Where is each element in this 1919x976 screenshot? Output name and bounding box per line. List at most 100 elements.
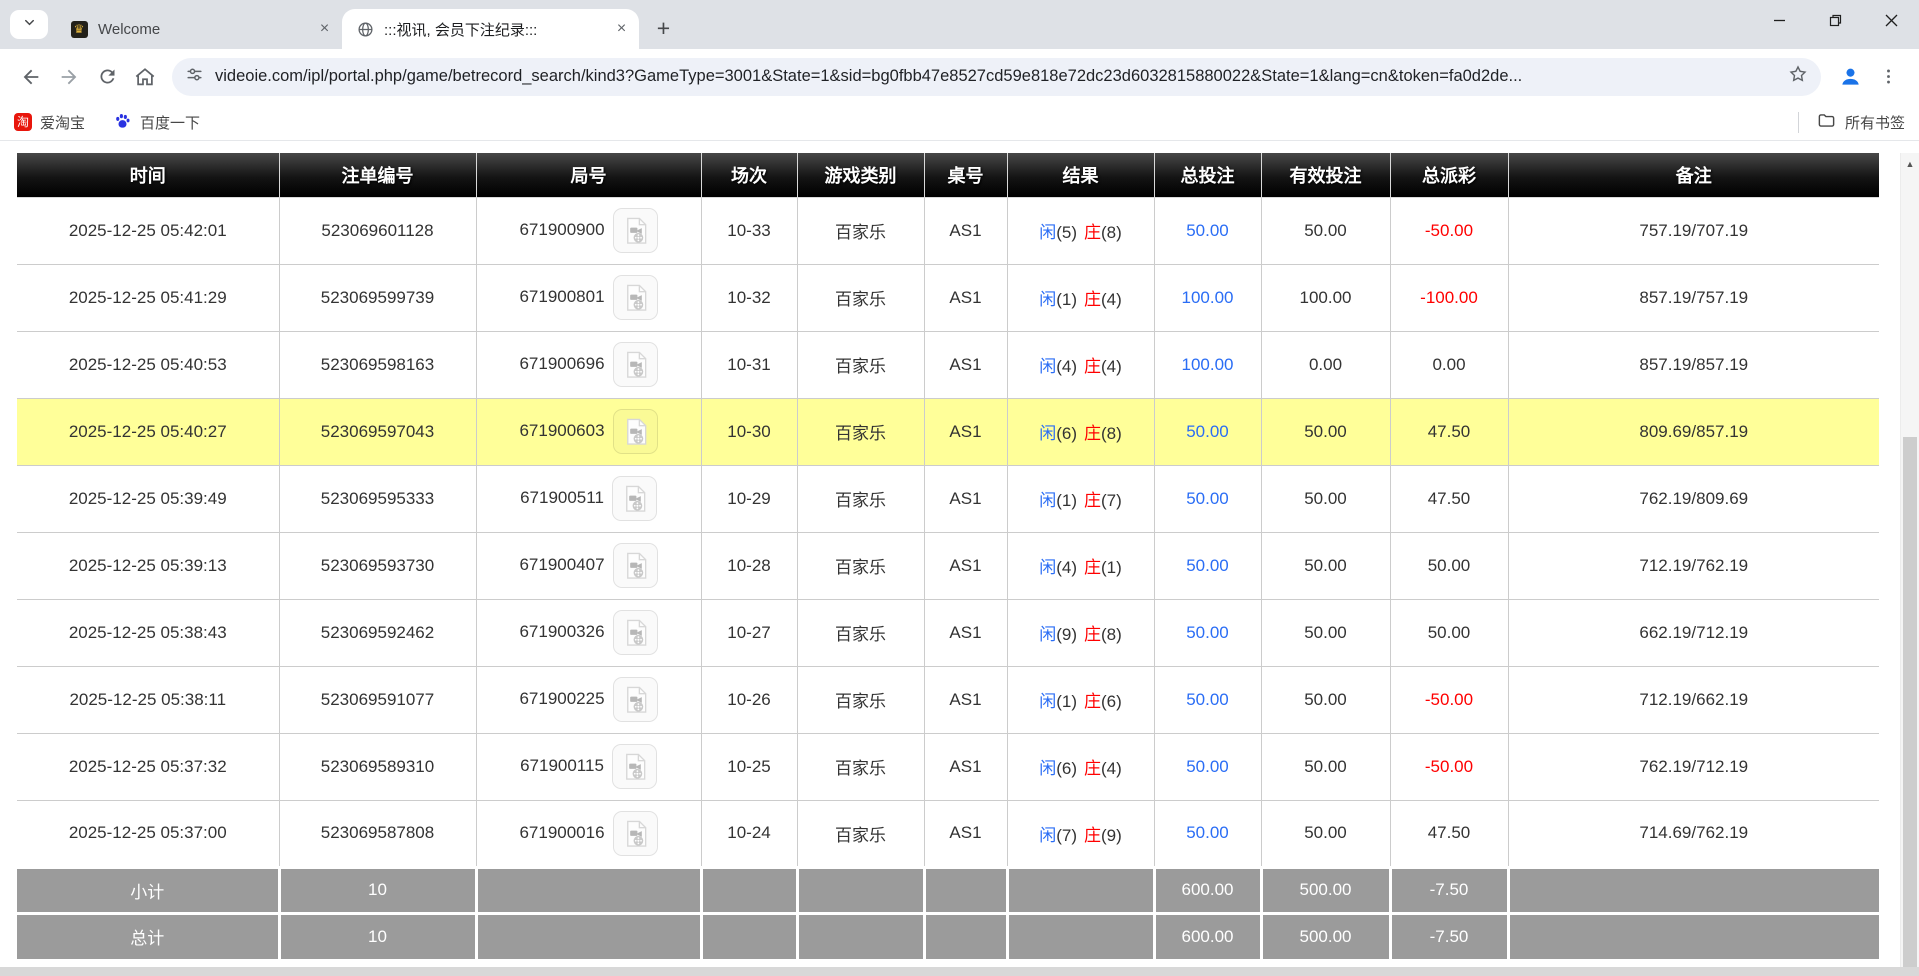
- cell-round: 671900603: [476, 398, 701, 465]
- close-tab-icon[interactable]: ×: [612, 20, 631, 39]
- total-bet-link[interactable]: 50.00: [1186, 422, 1229, 441]
- table-row[interactable]: 2025-12-25 05:41:29 523069599739 6719008…: [17, 264, 1879, 331]
- subtotal-count: 10: [279, 867, 476, 913]
- bookmark-aitaobao[interactable]: 淘 爱淘宝: [14, 112, 85, 133]
- cell-round: 671900407: [476, 532, 701, 599]
- header-total-bet: 总投注: [1154, 153, 1261, 197]
- cell-total-bet: 50.00: [1154, 398, 1261, 465]
- reload-button[interactable]: [88, 58, 126, 96]
- close-tab-icon[interactable]: ×: [315, 20, 334, 39]
- total-bet-link[interactable]: 50.00: [1186, 690, 1229, 709]
- table-row[interactable]: 2025-12-25 05:39:49 523069595333 6719005…: [17, 465, 1879, 532]
- video-replay-icon-button[interactable]: [613, 342, 658, 387]
- table-row[interactable]: 2025-12-25 05:37:32 523069589310 6719001…: [17, 733, 1879, 800]
- cell-result: 闲(9)庄(8): [1007, 599, 1154, 666]
- bookmark-label: 百度一下: [140, 112, 200, 133]
- player-label: 闲: [1039, 826, 1056, 845]
- address-bar[interactable]: videoie.com/ipl/portal.php/game/betrecor…: [172, 58, 1821, 96]
- scrollbar-thumb[interactable]: [1903, 437, 1917, 976]
- profile-avatar-icon[interactable]: [1831, 58, 1869, 96]
- subtotal-empty-cell: [924, 867, 1007, 913]
- cell-bet-id: 523069595333: [279, 465, 476, 532]
- menu-dots-icon[interactable]: [1869, 58, 1907, 96]
- total-empty-cell: [1508, 913, 1879, 959]
- header-time: 时间: [17, 153, 279, 197]
- cell-valid-bet: 50.00: [1261, 398, 1390, 465]
- cell-time: 2025-12-25 05:39:13: [17, 532, 279, 599]
- cell-bet-id: 523069593730: [279, 532, 476, 599]
- total-bet-link[interactable]: 100.00: [1182, 355, 1234, 374]
- tab-betrecord[interactable]: :::视讯, 会员下注纪录::: ×: [342, 9, 639, 49]
- scroll-up-arrow-icon[interactable]: ▲: [1901, 153, 1919, 175]
- cell-bet-id: 523069589310: [279, 733, 476, 800]
- cell-round: 671900900: [476, 197, 701, 264]
- new-tab-button[interactable]: +: [648, 13, 679, 44]
- cell-session: 10-33: [701, 197, 797, 264]
- cell-valid-bet: 50.00: [1261, 733, 1390, 800]
- cell-bet-id: 523069598163: [279, 331, 476, 398]
- cell-valid-bet: 100.00: [1261, 264, 1390, 331]
- close-window-button[interactable]: [1863, 0, 1919, 40]
- table-row[interactable]: 2025-12-25 05:38:43 523069592462 6719003…: [17, 599, 1879, 666]
- cell-session: 10-31: [701, 331, 797, 398]
- table-row[interactable]: 2025-12-25 05:37:00 523069587808 6719000…: [17, 800, 1879, 867]
- video-replay-icon-button[interactable]: [613, 677, 658, 722]
- tab-welcome[interactable]: ♛ Welcome ×: [56, 9, 342, 49]
- home-button[interactable]: [126, 58, 164, 96]
- banker-label: 庄: [1084, 491, 1101, 510]
- cell-payout: -50.00: [1390, 666, 1508, 733]
- restore-button[interactable]: [1807, 0, 1863, 40]
- video-replay-icon-button[interactable]: [613, 543, 658, 588]
- table-row[interactable]: 2025-12-25 05:38:11 523069591077 6719002…: [17, 666, 1879, 733]
- table-row[interactable]: 2025-12-25 05:40:27 523069597043 6719006…: [17, 398, 1879, 465]
- back-button[interactable]: [12, 58, 50, 96]
- table-row[interactable]: 2025-12-25 05:42:01 523069601128 6719009…: [17, 197, 1879, 264]
- cell-bet-id: 523069591077: [279, 666, 476, 733]
- total-bet-link[interactable]: 50.00: [1186, 556, 1229, 575]
- cell-payout: 0.00: [1390, 331, 1508, 398]
- cell-valid-bet: 50.00: [1261, 800, 1390, 867]
- total-bet-link[interactable]: 50.00: [1186, 221, 1229, 240]
- video-replay-icon-button[interactable]: [612, 744, 657, 789]
- bookmark-baidu[interactable]: 百度一下: [113, 111, 200, 134]
- baidu-paw-icon: [113, 111, 132, 134]
- minimize-button[interactable]: [1751, 0, 1807, 40]
- cell-remark: 762.19/712.19: [1508, 733, 1879, 800]
- site-info-icon[interactable]: [185, 65, 204, 89]
- video-replay-icon-button[interactable]: [612, 476, 657, 521]
- total-bet-link[interactable]: 50.00: [1186, 823, 1229, 842]
- vertical-scrollbar[interactable]: ▲: [1900, 153, 1919, 976]
- cell-round: 671900511: [476, 465, 701, 532]
- video-replay-icon-button[interactable]: [613, 275, 658, 320]
- forward-button[interactable]: [50, 58, 88, 96]
- total-bet-link[interactable]: 50.00: [1186, 623, 1229, 642]
- total-bet-link[interactable]: 50.00: [1186, 757, 1229, 776]
- video-replay-icon-button[interactable]: [613, 610, 658, 655]
- header-session: 场次: [701, 153, 797, 197]
- bookmark-star-icon[interactable]: [1788, 64, 1808, 89]
- header-remark: 备注: [1508, 153, 1879, 197]
- player-label: 闲: [1039, 424, 1056, 443]
- cell-total-bet: 50.00: [1154, 666, 1261, 733]
- bookmark-label: 爱淘宝: [40, 112, 85, 133]
- cell-table-no: AS1: [924, 197, 1007, 264]
- total-bet-link[interactable]: 50.00: [1186, 489, 1229, 508]
- table-row[interactable]: 2025-12-25 05:39:13 523069593730 6719004…: [17, 532, 1879, 599]
- cell-time: 2025-12-25 05:40:53: [17, 331, 279, 398]
- banker-label: 庄: [1084, 424, 1101, 443]
- tab-search-button[interactable]: [10, 10, 48, 39]
- cell-bet-id: 523069601128: [279, 197, 476, 264]
- cell-session: 10-27: [701, 599, 797, 666]
- total-empty-cell: [797, 913, 924, 959]
- cell-session: 10-29: [701, 465, 797, 532]
- table-row[interactable]: 2025-12-25 05:40:53 523069598163 6719006…: [17, 331, 1879, 398]
- video-replay-icon-button[interactable]: [613, 208, 658, 253]
- all-bookmarks-button[interactable]: 所有书签: [1845, 112, 1905, 133]
- cell-total-bet: 100.00: [1154, 264, 1261, 331]
- video-replay-icon-button[interactable]: [613, 409, 658, 454]
- total-bet-link[interactable]: 100.00: [1182, 288, 1234, 307]
- banker-label: 庄: [1084, 558, 1101, 577]
- cell-bet-id: 523069587808: [279, 800, 476, 867]
- cell-game-type: 百家乐: [797, 264, 924, 331]
- video-replay-icon-button[interactable]: [613, 811, 658, 856]
